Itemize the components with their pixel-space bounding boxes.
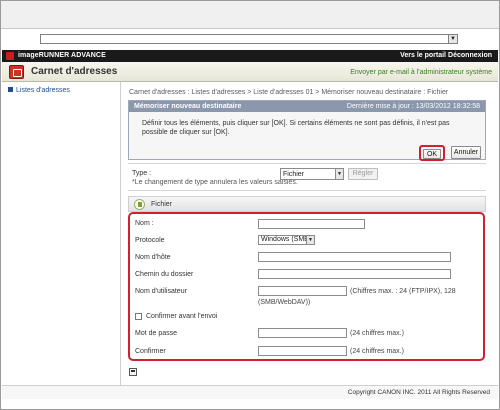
user-name-hint: (Chiffres max. : 24 (FTP/IPX), 128: [350, 288, 456, 295]
password-input[interactable]: [258, 328, 347, 338]
type-select[interactable]: Fichier ▼: [280, 168, 344, 180]
address-book-icon: [9, 65, 24, 79]
file-settings-form: Nom : Protocole Windows (SMB) ▼ Nom d'hô…: [128, 212, 485, 361]
divider: [128, 190, 486, 191]
brand-name: imageRUNNER ADVANCE: [18, 52, 106, 59]
register-panel-title: Mémoriser nouveau destinataire: [134, 103, 242, 110]
main-content: Carnet d'adresses : Listes d'adresses > …: [122, 82, 498, 385]
confirm-password-hint: (24 chiffres max.): [350, 348, 404, 355]
host-name-label: Nom d'hôte: [135, 254, 171, 261]
sidebar-item-label: Listes d'adresses: [16, 87, 70, 94]
footer: Copyright CANON INC. 2011 All Rights Res…: [2, 385, 498, 399]
user-name-label: Nom d'utilisateur: [135, 288, 187, 295]
last-update-text: Dernière mise à jour : 13/03/2012 18:32:…: [346, 103, 480, 110]
instructions-text: Définir tous les éléments, puis cliquer …: [142, 120, 450, 136]
type-select-value: Fichier: [283, 171, 305, 178]
divider: [128, 163, 486, 164]
user-name-input[interactable]: [258, 286, 347, 296]
password-label: Mot de passe: [135, 330, 178, 337]
apply-type-button[interactable]: Régler: [348, 168, 378, 180]
chevron-down-icon[interactable]: ▼: [306, 236, 314, 244]
confirm-password-input[interactable]: [258, 346, 347, 356]
canon-logo-icon: [6, 52, 14, 60]
page-title: Carnet d'adresses: [31, 66, 118, 77]
folder-icon: [134, 199, 145, 210]
type-label: Type :: [132, 170, 152, 177]
breadcrumb: Carnet d'adresses : Listes d'adresses > …: [129, 89, 449, 96]
list-bullet-icon: [8, 87, 13, 92]
confirm-before-send-label: Confirmer avant l'envoi: [146, 313, 218, 320]
email-admin-link[interactable]: Envoyer par e-mail à l'administrateur sy…: [350, 68, 492, 77]
protocol-select-value: Windows (SMB): [261, 236, 312, 243]
protocol-label: Protocole: [135, 237, 165, 244]
scroll-to-top-icon[interactable]: [129, 368, 137, 376]
name-input[interactable]: [258, 219, 365, 229]
cancel-button-label: Annuler: [453, 149, 479, 156]
logout-link[interactable]: Déconnexion: [448, 51, 492, 61]
ok-button-highlight: OK: [419, 145, 445, 161]
browser-top-strip: [1, 1, 499, 29]
user-name-hint-continued: (SMB/WebDAV)): [258, 299, 311, 306]
password-hint: (24 chiffres max.): [350, 330, 404, 337]
file-section-title: Fichier: [151, 201, 173, 208]
copyright-text: Copyright CANON INC. 2011 All Rights Res…: [347, 389, 490, 396]
address-dropdown-icon[interactable]: ▼: [448, 35, 457, 43]
sidebar-item-address-lists[interactable]: Listes d'adresses: [8, 86, 70, 95]
confirm-before-send-checkbox[interactable]: [135, 313, 142, 320]
protocol-select[interactable]: Windows (SMB) ▼: [258, 235, 315, 245]
sidebar: Listes d'adresses: [2, 82, 121, 385]
register-panel: Mémoriser nouveau destinataire Dernière …: [128, 100, 486, 161]
confirm-password-label: Confirmer: [135, 348, 166, 355]
folder-path-label: Chemin du dossier: [135, 271, 194, 278]
file-section-header: Fichier: [128, 196, 486, 212]
apply-type-label: Régler: [352, 170, 374, 177]
address-bar[interactable]: ▼: [40, 34, 458, 44]
portal-link[interactable]: Vers le portail: [400, 51, 446, 61]
cancel-button[interactable]: Annuler: [451, 146, 481, 159]
register-panel-header: Mémoriser nouveau destinataire Dernière …: [129, 101, 485, 112]
ok-button[interactable]: OK: [423, 149, 441, 159]
title-bar: Carnet d'adresses Envoyer par e-mail à l…: [2, 62, 498, 82]
folder-path-input[interactable]: [258, 269, 451, 279]
name-label: Nom :: [135, 220, 154, 227]
type-note: *Le changement de type annulera les vale…: [132, 179, 298, 186]
host-name-input[interactable]: [258, 252, 451, 262]
top-header: imageRUNNER ADVANCE Vers le portail Déco…: [2, 50, 498, 62]
chevron-down-icon[interactable]: ▼: [335, 169, 343, 179]
